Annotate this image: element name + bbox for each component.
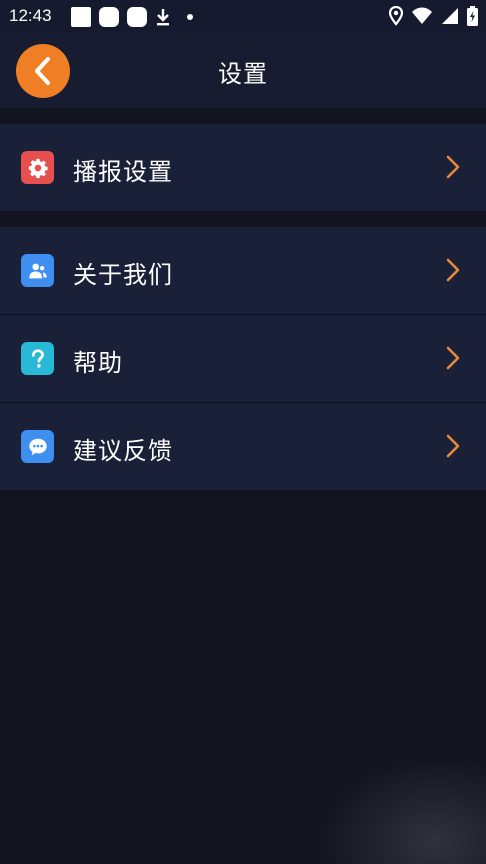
- notification-app-icon: [127, 7, 147, 27]
- menu-item-label: 建议反馈: [73, 437, 173, 465]
- chat-bubble-icon: [21, 430, 54, 463]
- gear-icon: [21, 151, 54, 184]
- chevron-right-icon: [446, 434, 460, 458]
- menu-item-feedback[interactable]: 建议反馈: [0, 402, 486, 490]
- wifi-icon: [412, 7, 432, 24]
- battery-charging-icon: [467, 6, 478, 26]
- system-icons: [389, 6, 478, 26]
- notification-app-icon: [71, 7, 91, 27]
- users-icon: [21, 254, 54, 287]
- app-bar: 设置: [0, 34, 486, 108]
- settings-section-broadcast: 播报设置: [0, 124, 486, 211]
- menu-item-broadcast-settings[interactable]: 播报设置: [0, 124, 486, 211]
- more-notifications-dot-icon: [187, 14, 193, 20]
- menu-item-label: 播报设置: [73, 158, 173, 186]
- status-bar: 12:43: [0, 0, 486, 34]
- page-title: 设置: [218, 60, 268, 88]
- question-icon: [21, 342, 54, 375]
- menu-item-help[interactable]: 帮助: [0, 314, 486, 402]
- status-time: 12:43: [9, 6, 52, 25]
- chevron-right-icon: [446, 155, 460, 179]
- menu-item-label: 帮助: [73, 349, 123, 377]
- location-icon: [389, 6, 403, 26]
- chevron-right-icon: [446, 346, 460, 370]
- notification-icons: [71, 7, 193, 27]
- signal-icon: [442, 8, 458, 24]
- menu-item-label: 关于我们: [73, 261, 173, 289]
- download-icon: [157, 9, 169, 26]
- background-glow: [316, 754, 486, 864]
- settings-section-info: 关于我们 帮助 建议反馈: [0, 227, 486, 490]
- menu-item-about-us[interactable]: 关于我们: [0, 227, 486, 314]
- chevron-right-icon: [446, 258, 460, 282]
- notification-app-icon: [99, 7, 119, 27]
